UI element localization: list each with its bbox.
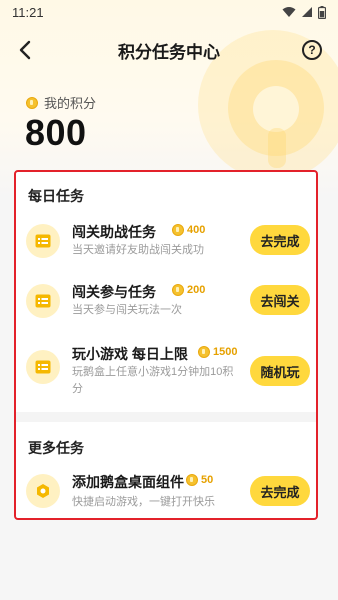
task-reward: 1500 [198,346,237,358]
task-desc: 快捷启动游戏，一键打开快乐 [72,496,215,508]
section-divider [16,412,316,422]
task-desc: 当天参与闯关玩法一次 [72,304,182,316]
wifi-icon [282,7,296,17]
task-item: 闯关参与任务 200 当天参与闯关玩法一次 去闯关 [26,282,310,322]
status-icons [282,5,326,19]
section-title-more: 更多任务 [28,440,84,456]
task-reward: 400 [172,224,205,236]
task-desc: 当天邀请好友助战闯关成功 [72,244,204,256]
task-reward: 50 [186,474,213,486]
task-reward-value: 1500 [213,346,238,358]
coin-icon [172,224,184,236]
task-card: 每日任务 闯关助战任务 400 当天邀请好友助战闯关成功 去完成 闯关参与任务 [14,170,318,520]
task-name: 添加鹅盒桌面组件 [72,474,184,490]
task-reward: 200 [172,284,205,296]
help-icon[interactable]: ? [302,40,322,60]
task-reward-value: 400 [187,224,206,236]
task-action-button[interactable]: 去完成 [250,476,310,506]
points-value: 800 [25,112,87,153]
decorative-circle [253,86,299,132]
task-reward-value: 200 [187,284,206,296]
coin-icon [186,474,198,486]
task-action-button[interactable]: 随机玩 [250,356,310,386]
hexagon-icon [26,474,60,508]
task-name: 闯关助战任务 [72,224,156,240]
decorative-shape [268,128,286,168]
coin-icon [198,346,210,358]
task-item: 玩小游戏 每日上限 1500 玩鹅盒上任意小游戏1分钟加10积分 随机玩 [26,344,310,402]
task-item: 闯关助战任务 400 当天邀请好友助战闯关成功 去完成 [26,222,310,262]
list-icon [26,350,60,384]
coin-icon [26,96,38,109]
back-arrow-icon[interactable] [14,38,38,62]
task-name: 闯关参与任务 [72,284,156,300]
task-item: 添加鹅盒桌面组件 50 快捷启动游戏，一键打开快乐 去完成 [26,472,310,512]
section-title-daily: 每日任务 [28,188,84,204]
task-action-button[interactable]: 去完成 [250,225,310,255]
points-label: 我的积分 [44,96,97,111]
coin-icon [172,284,184,296]
help-symbol: ? [308,43,316,57]
battery-icon [318,5,326,19]
nav-bar: 积分任务中心 ? [0,30,338,70]
points-label-row: 我的积分 [26,93,96,112]
list-icon [26,284,60,318]
task-action-button[interactable]: 去闯关 [250,285,310,315]
list-icon [26,224,60,258]
task-name: 玩小游戏 每日上限 [72,346,188,362]
signal-icon [302,7,312,17]
status-bar: 11:21 [0,0,338,24]
page-title: 积分任务中心 [118,42,220,62]
task-desc: 玩鹅盒上任意小游戏1分钟加10积分 [72,366,234,395]
task-reward-value: 50 [201,474,214,486]
status-time: 11:21 [12,4,44,20]
